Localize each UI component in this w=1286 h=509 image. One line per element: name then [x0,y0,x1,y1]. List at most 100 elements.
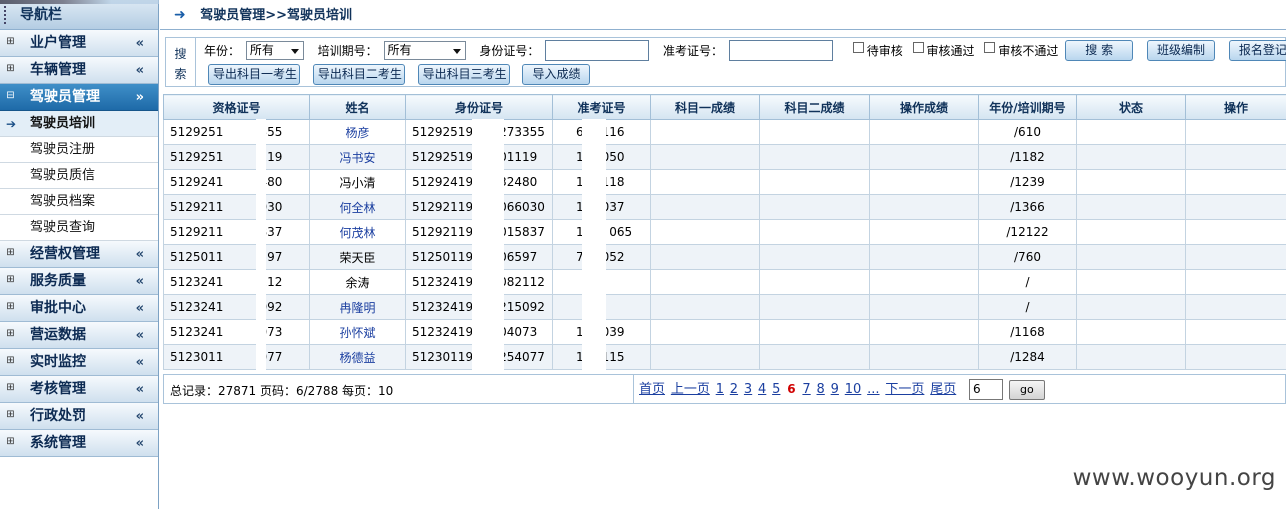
collapse-chevron-icon[interactable]: « [136,349,144,376]
table-row[interactable]: 5129211837何茂林5129211901583712065/12122 [163,219,1286,245]
expand-plus-icon: ⊞ [6,274,15,285]
collapse-chevron-icon[interactable]: « [136,30,144,57]
last-page-link[interactable]: 尾页 [930,382,956,397]
menu-driver[interactable]: ⊟ 驾驶员管理 » [0,84,158,111]
search-panel: 搜索 年份： 所有 培训期号： 所有 身份证号： 准考证号： 待审核 审核通过 … [165,37,1286,87]
id-number-input[interactable] [545,40,650,61]
subject1-score [650,119,760,145]
table-row[interactable]: 5123241 092 冉隆明 51232419 215092/ [163,294,1286,320]
table-row[interactable]: 5123011 077 杨德益 51230119 254077 1 115/1284 [163,344,1286,370]
rejected-checkbox[interactable] [984,42,996,53]
breadcrumb: 驾驶员管理>>驾驶员培训 [200,8,353,23]
export-subject2-button[interactable]: 导出科目二考生 [312,64,405,85]
dropdown-arrow-icon [452,49,461,54]
submenu-driver-query[interactable]: 驾驶员查询 [0,215,158,241]
page-link[interactable]: 10 [845,382,862,397]
submenu-driver-registration[interactable]: 驾驶员注册 [0,137,158,163]
action-cell [1185,169,1286,195]
year-period: /1239 [1010,175,1045,189]
action-cell [1185,344,1286,370]
page-link[interactable]: 7 [802,382,810,397]
rejected-label: 审核不通过 [998,44,1059,58]
period-select[interactable]: 所有 [383,41,466,60]
driver-name[interactable]: 冯书安 [339,151,375,165]
table-row[interactable]: 5123241 073 孙怀斌 51232419 04073 1 039/1168 [163,319,1286,345]
collapse-chevron-icon[interactable]: « [136,268,144,295]
collapse-chevron-icon[interactable]: « [136,376,144,403]
collapse-chevron-icon[interactable]: « [136,57,144,84]
expand-chevron-icon[interactable]: » [136,84,144,111]
submenu-driver-training[interactable]: ➔ 驾驶员培训 [0,111,158,137]
menu-system[interactable]: ⊞ 系统管理 « [0,430,158,457]
page-link[interactable]: 4 [758,382,766,397]
expand-plus-icon: ⊞ [6,247,15,258]
status-cell [1076,119,1186,145]
table-row[interactable]: 5129241 480 冯小清 51292419 32480 1 118/1239 [163,169,1286,195]
register-button[interactable]: 报名登记 [1228,40,1286,61]
menu-vehicle[interactable]: ⊞ 车辆管理 « [0,57,158,84]
dropdown-arrow-icon [290,49,299,54]
menu-operating-rights[interactable]: ⊞ 经营权管理 « [0,241,158,268]
export-subject1-button[interactable]: 导出科目一考生 [208,64,300,85]
page-number-input[interactable]: 6 [969,379,1004,400]
table-row[interactable]: 5123241 112 余涛 51232419 082112/ [163,269,1286,295]
year-period: /1366 [1010,200,1045,214]
collapse-chevron-icon[interactable]: « [136,241,144,268]
action-cell [1185,219,1286,245]
page-link[interactable]: 3 [744,382,752,397]
table-row[interactable]: 5129251 355 杨彦 51292519 273355 6 116/610 [163,119,1286,145]
operation-score [869,119,979,145]
collapse-chevron-icon[interactable]: « [136,295,144,322]
menu-approval-center[interactable]: ⊞ 审批中心 « [0,295,158,322]
go-button[interactable]: go [1008,379,1045,400]
action-cell [1185,119,1286,145]
menu-service-quality[interactable]: ⊞ 服务质量 « [0,268,158,295]
driver-name[interactable]: 冉隆明 [339,301,375,315]
column-header: 科目一成绩 [650,94,760,120]
collapse-chevron-icon[interactable]: « [136,322,144,349]
year-period: /1182 [1010,150,1045,164]
prev-page-link[interactable]: 上一页 [671,382,710,397]
menu-realtime-monitor[interactable]: ⊞ 实时监控 « [0,349,158,376]
menu-administrative-penalty[interactable]: ⊞ 行政处罚 « [0,403,158,430]
driver-name[interactable]: 杨彦 [345,126,369,140]
subject2-score [759,219,870,245]
page-link[interactable]: 5 [772,382,780,397]
year-period: / [1025,275,1030,289]
subject1-score [650,219,760,245]
table-row[interactable]: 5129211 030 何全林 51292119 066030 1 037/1366 [163,194,1286,220]
driver-name[interactable]: 何全林 [339,201,375,215]
year-period: /1284 [1010,350,1045,364]
submenu-driver-archive[interactable]: 驾驶员档案 [0,189,158,215]
menu-business-owner[interactable]: ⊞ 业户管理 « [0,30,158,57]
search-button[interactable]: 搜 索 [1065,40,1134,61]
next-page-link[interactable]: 下一页 [885,382,924,397]
table-row[interactable]: 5125011 597 荣天臣 51250119 06597 7 052/760 [163,244,1286,270]
driver-name[interactable]: 何茂林 [339,226,375,240]
year-select[interactable]: 所有 [245,41,304,60]
page-link[interactable]: ... [867,382,879,397]
page-link[interactable]: 9 [831,382,839,397]
class-arrange-button[interactable]: 班级编制 [1147,40,1216,61]
pending-checkbox[interactable] [852,42,864,53]
import-scores-button[interactable]: 导入成绩 [522,64,591,85]
collapse-chevron-icon[interactable]: « [136,430,144,457]
page-link[interactable]: 2 [730,382,738,397]
submenu-driver-credit[interactable]: 驾驶员质信 [0,163,158,189]
page-link[interactable]: 8 [817,382,825,397]
page-link[interactable]: 1 [716,382,724,397]
subject2-score [759,294,870,320]
year-period: / [1025,300,1030,314]
driver-name[interactable]: 孙怀斌 [339,326,375,340]
menu-assessment[interactable]: ⊞ 考核管理 « [0,376,158,403]
status-cell [1076,169,1186,195]
menu-operation-data[interactable]: ⊞ 营运数据 « [0,322,158,349]
driver-name[interactable]: 杨德益 [339,351,375,365]
table-row[interactable]: 5129251 119 冯书安 51292519 01119 1 050/1182 [163,144,1286,170]
first-page-link[interactable]: 首页 [639,382,665,397]
exam-number-input[interactable] [728,40,833,61]
approved-checkbox[interactable] [912,42,924,53]
expand-plus-icon: ⊞ [6,409,15,420]
collapse-chevron-icon[interactable]: « [136,403,144,430]
export-subject3-button[interactable]: 导出科目三考生 [417,64,510,85]
